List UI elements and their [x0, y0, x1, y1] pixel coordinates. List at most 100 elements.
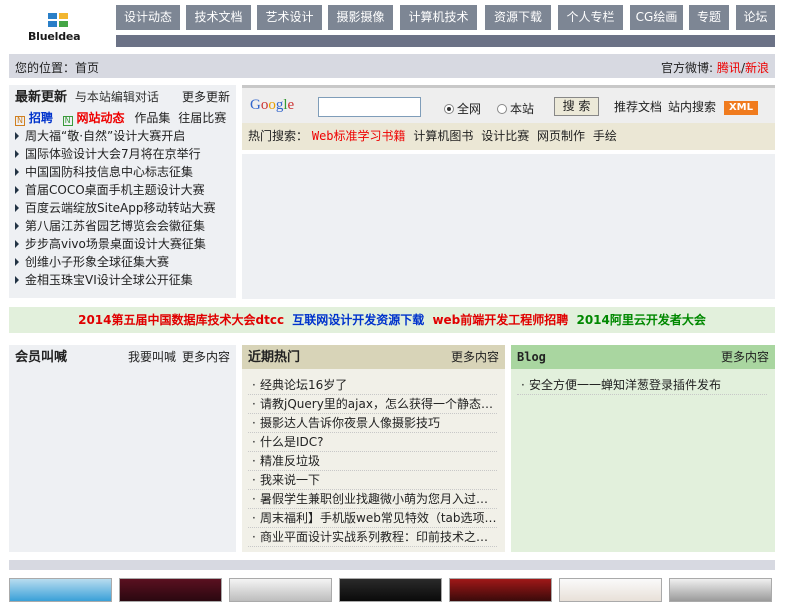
- search-button[interactable]: 搜 索: [554, 97, 599, 116]
- list-item[interactable]: 安全方便一一蝉知洋葱登录插件发布: [517, 376, 767, 395]
- hot-search-link[interactable]: 网页制作: [537, 129, 585, 143]
- member-shouts-panel: 会员叫喊 我要叫喊 更多内容: [9, 345, 236, 552]
- list-item[interactable]: 我来说一下: [248, 471, 497, 490]
- list-item[interactable]: 周大福“敬·自然”设计大赛开启: [9, 127, 236, 145]
- list-item[interactable]: 摄影达人告诉你夜景人像摄影技巧: [248, 414, 497, 433]
- more-content-link[interactable]: 更多内容: [451, 345, 499, 369]
- search-input[interactable]: [318, 97, 421, 117]
- ad-link[interactable]: 2014阿里云开发者大会: [576, 313, 705, 327]
- list-item[interactable]: 首届COCO桌面手机主题设计大赛: [9, 181, 236, 199]
- hot-search-label: 热门搜索：: [248, 129, 309, 143]
- list-item[interactable]: 国际体验设计大会7月将在京举行: [9, 145, 236, 163]
- logo-square-yellow: [59, 13, 68, 19]
- hot-search-link[interactable]: 设计比赛: [481, 129, 529, 143]
- more-content-link[interactable]: 更多内容: [182, 345, 230, 369]
- arrow-icon: [15, 168, 19, 176]
- list-item[interactable]: 中国国防科技信息中心标志征集: [9, 163, 236, 181]
- arrow-icon: [15, 204, 19, 212]
- weibo-label: 官方微博:: [661, 61, 714, 75]
- gallery-thumbnail[interactable]: [119, 578, 222, 602]
- gallery-thumbnail[interactable]: [9, 578, 112, 602]
- xml-rss-icon[interactable]: XML: [724, 101, 758, 115]
- gallery-thumbnail[interactable]: [229, 578, 332, 602]
- ad-link[interactable]: 互联网设计开发资源下载: [292, 313, 424, 327]
- list-item[interactable]: 周末福利】手机版web常见特效（tab选项…: [248, 509, 497, 528]
- nav-tab-art-design[interactable]: 艺术设计: [257, 5, 322, 30]
- arrow-icon: [15, 240, 19, 248]
- list-item[interactable]: 第八届江苏省园艺博览会会徽征集: [9, 217, 236, 235]
- hot-search-bar: 热门搜索： Web标准学习书籍 计算机图书 设计比赛 网页制作 手绘: [242, 123, 775, 150]
- search-scope-all[interactable]: 全网: [444, 100, 481, 117]
- recommend-docs-link[interactable]: 推荐文档: [614, 98, 662, 115]
- tag-past-contests-link[interactable]: 往届比赛: [178, 111, 226, 125]
- blog-panel: Blog 更多内容 安全方便一一蝉知洋葱登录插件发布: [511, 345, 775, 552]
- nav-underbar: [116, 35, 775, 47]
- latest-updates-header: 最新更新 与本站编辑对话 更多更新: [9, 85, 236, 109]
- nav-tab-design-news[interactable]: 设计动态: [116, 5, 180, 30]
- list-item[interactable]: 经典论坛16岁了: [248, 376, 497, 395]
- ad-link[interactable]: 2014第五届中国数据库技术大会dtcc: [78, 313, 284, 327]
- latest-updates-list: 周大福“敬·自然”设计大赛开启 国际体验设计大会7月将在京举行 中国国防科技信息…: [9, 127, 236, 289]
- list-item[interactable]: 暑假学生兼职创业找趣微小萌为您月入过…: [248, 490, 497, 509]
- hot-search-link[interactable]: 计算机图书: [413, 129, 473, 143]
- banner-area: [242, 154, 775, 299]
- hot-recent-header: 近期热门 更多内容: [242, 345, 505, 369]
- sponsored-links-bar: 2014第五届中国数据库技术大会dtcc 互联网设计开发资源下载 web前端开发…: [9, 307, 775, 333]
- nav-tab-topics[interactable]: 专题: [689, 5, 729, 30]
- blog-title: Blog: [517, 350, 546, 364]
- gallery-thumbnail[interactable]: [669, 578, 772, 602]
- hot-search-link[interactable]: 手绘: [593, 129, 617, 143]
- list-item[interactable]: 商业平面设计实战系列教程：印前技术之…: [248, 528, 497, 547]
- nav-tab-cg-painting[interactable]: CG绘画: [630, 5, 683, 30]
- tag-site-news-link[interactable]: 网站动态: [77, 111, 125, 125]
- nav-tab-forum[interactable]: 论坛: [736, 5, 775, 30]
- search-scope-site[interactable]: 本站: [497, 100, 534, 117]
- search-panel: Google 全网 本站 搜 索 推荐文档 站内搜索 XML: [242, 85, 775, 123]
- more-updates-link[interactable]: 更多更新: [182, 85, 230, 109]
- arrow-icon: [15, 186, 19, 194]
- google-logo: Google: [250, 97, 295, 113]
- list-item[interactable]: 精准反垃圾: [248, 452, 497, 471]
- chat-with-editor-link[interactable]: 与本站编辑对话: [75, 90, 159, 104]
- radio-icon: [497, 104, 507, 114]
- ad-link[interactable]: web前端开发工程师招聘: [432, 313, 568, 327]
- more-content-link[interactable]: 更多内容: [721, 345, 769, 369]
- weibo-sina-link[interactable]: 新浪: [745, 61, 769, 75]
- hot-recent-title: 近期热门: [248, 350, 301, 365]
- member-shouts-title: 会员叫喊: [15, 350, 68, 365]
- hot-recent-panel: 近期热门 更多内容 经典论坛16岁了 请教jQuery里的ajax，怎么获得一个…: [242, 345, 505, 552]
- arrow-icon: [15, 150, 19, 158]
- arrow-icon: [15, 276, 19, 284]
- shout-link[interactable]: 我要叫喊: [128, 345, 176, 369]
- gallery-thumbnail[interactable]: [559, 578, 662, 602]
- list-item[interactable]: 什么是IDC?: [248, 433, 497, 452]
- gallery-thumbnail[interactable]: [449, 578, 552, 602]
- blog-list: 安全方便一一蝉知洋葱登录插件发布: [511, 369, 775, 395]
- site-logo[interactable]: Blueldea: [28, 10, 100, 44]
- hot-search-link[interactable]: Web标准学习书籍: [312, 129, 406, 143]
- nav-tab-downloads[interactable]: 资源下载: [485, 5, 551, 30]
- nav-tab-photography[interactable]: 摄影摄像: [328, 5, 393, 30]
- list-item[interactable]: 百度云端绽放SiteApp移动转站大赛: [9, 199, 236, 217]
- list-item[interactable]: 金相玉珠宝VI设计全球公开征集: [9, 271, 236, 289]
- tag-portfolio-link[interactable]: 作品集: [134, 111, 170, 125]
- list-item[interactable]: 创维小子形象全球征集大赛: [9, 253, 236, 271]
- tag-recruit-link[interactable]: 招聘: [29, 111, 53, 125]
- list-item[interactable]: 请教jQuery里的ajax，怎么获得一个静态…: [248, 395, 497, 414]
- arrow-icon: [15, 132, 19, 140]
- latest-tags: N 招聘 N 网站动态 作品集 往届比赛: [9, 109, 236, 127]
- gallery-thumbnail[interactable]: [339, 578, 442, 602]
- logo-text: Blueldea: [28, 30, 81, 43]
- weibo-tencent-link[interactable]: 腾讯: [717, 61, 741, 75]
- member-shouts-header: 会员叫喊 我要叫喊 更多内容: [9, 345, 236, 369]
- breadcrumb-label: 您的位置：: [15, 61, 76, 75]
- breadcrumb-home-link[interactable]: 首页: [75, 61, 99, 75]
- nav-tab-computer-tech[interactable]: 计算机技术: [400, 5, 477, 30]
- hot-recent-list: 经典论坛16岁了 请教jQuery里的ajax，怎么获得一个静态… 摄影达人告诉…: [242, 369, 505, 547]
- nav-tab-tech-docs[interactable]: 技术文档: [186, 5, 251, 30]
- latest-updates-panel: 最新更新 与本站编辑对话 更多更新 N 招聘 N 网站动态 作品集 往届比赛 周…: [9, 85, 236, 298]
- site-search-link[interactable]: 站内搜索: [668, 98, 716, 115]
- new-badge-icon: N: [62, 116, 73, 126]
- nav-tab-columns[interactable]: 个人专栏: [558, 5, 623, 30]
- list-item[interactable]: 步步高vivo场景桌面设计大赛征集: [9, 235, 236, 253]
